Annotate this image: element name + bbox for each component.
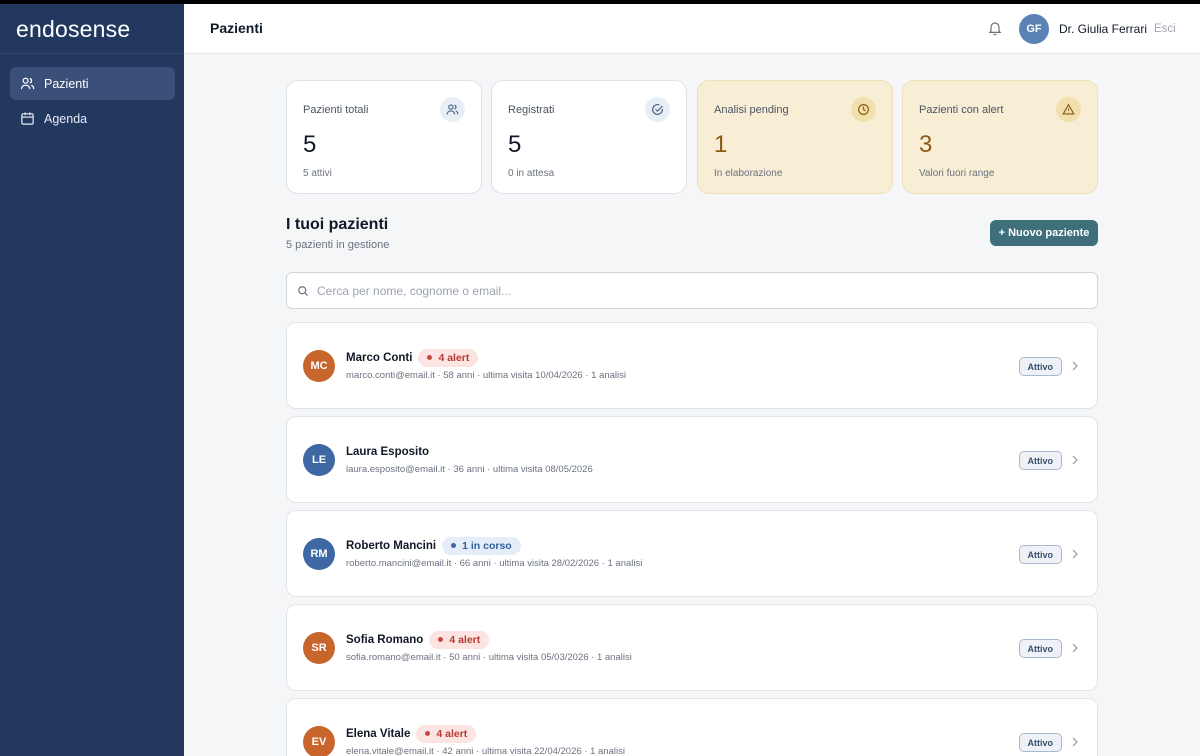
users-icon	[446, 104, 459, 115]
stat-card-registrati: Registrati 5 0 in attesa	[491, 80, 687, 194]
logout-link[interactable]: Esci	[1154, 23, 1176, 35]
alert-badge: 4 alert	[418, 348, 479, 367]
status-badge: Attivo	[1018, 733, 1062, 752]
patient-heading: Roberto Mancini 1 in corso	[346, 536, 521, 555]
badge-text: 1 in corso	[462, 539, 512, 552]
stat-label: Pazienti totali	[303, 104, 369, 116]
patient-avatar: MC	[303, 350, 335, 382]
patient-row-marco-conti[interactable]: MC Marco Conti 4 alert marco.conti@email…	[286, 322, 1098, 409]
stat-card-analisi-pending: Analisi pending 1 In elaborazione	[697, 80, 893, 194]
alert-badge: 4 alert	[416, 724, 477, 743]
patient-name: Marco Conti	[346, 351, 413, 364]
sidebar-divider	[0, 53, 184, 54]
badge-dot	[425, 731, 431, 736]
stat-subtitle: In elaborazione	[714, 168, 783, 179]
stat-label: Analisi pending	[714, 104, 789, 116]
chevron-right-icon[interactable]	[1071, 737, 1079, 747]
patient-name: Elena Vitale	[346, 727, 411, 740]
sidebar-item-label: Pazienti	[44, 76, 89, 91]
chevron-right-icon[interactable]	[1071, 549, 1079, 559]
sidebar-item-pazienti[interactable]: Pazienti	[10, 67, 175, 100]
patient-avatar: LE	[303, 444, 335, 476]
calendar-icon	[21, 112, 34, 125]
patient-name: Roberto Mancini	[346, 539, 437, 552]
new-patient-button[interactable]: + Nuovo paziente	[990, 220, 1098, 246]
patient-meta: roberto.mancini@email.it · 66 anni · ult…	[346, 558, 643, 569]
stat-icon-wrapper	[440, 97, 465, 122]
sidebar-nav: Pazienti Agenda	[10, 67, 175, 137]
stat-subtitle: 5 attivi	[303, 168, 332, 179]
search-bar[interactable]	[286, 272, 1098, 309]
search-icon	[298, 285, 308, 296]
in-progress-badge: 1 in corso	[442, 536, 521, 555]
patient-name: Laura Esposito	[346, 445, 430, 458]
patient-row-elena-vitale[interactable]: EV Elena Vitale 4 alert elena.vitale@ema…	[286, 698, 1098, 756]
section-title: I tuoi pazienti	[286, 216, 389, 233]
patient-row-sofia-romano[interactable]: SR Sofia Romano 4 alert sofia.romano@ema…	[286, 604, 1098, 691]
status-badge: Attivo	[1018, 451, 1062, 470]
patient-heading: Elena Vitale 4 alert	[346, 724, 477, 743]
patient-meta: elena.vitale@email.it · 42 anni · ultima…	[346, 746, 625, 756]
stat-subtitle: 0 in attesa	[508, 168, 555, 179]
stat-value: 1	[714, 131, 728, 158]
stat-subtitle: Valori fuori range	[919, 168, 995, 179]
sidebar-item-agenda[interactable]: Agenda	[10, 102, 175, 135]
stat-icon-wrapper	[851, 97, 876, 122]
alert-triangle-icon	[1062, 103, 1075, 115]
search-input[interactable]	[317, 283, 1097, 298]
patient-heading: Laura Esposito	[346, 442, 429, 461]
sidebar-item-label: Agenda	[44, 111, 88, 126]
patient-row-laura-esposito[interactable]: LE Laura Esposito laura.esposito@email.i…	[286, 416, 1098, 503]
clock-icon	[858, 104, 869, 115]
patient-avatar: EV	[303, 726, 335, 756]
user-avatar[interactable]: GF	[1019, 14, 1049, 44]
patient-meta: sofia.romano@email.it · 50 anni · ultima…	[346, 652, 632, 663]
patient-avatar: RM	[303, 538, 335, 570]
badge-dot	[451, 543, 457, 548]
stat-value: 5	[508, 131, 522, 158]
badge-dot	[427, 355, 433, 360]
page-title: Pazienti	[210, 20, 263, 36]
patient-meta: marco.conti@email.it · 58 anni · ultima …	[346, 370, 626, 381]
app-logo[interactable]: endosense	[0, 4, 184, 54]
chevron-right-icon[interactable]	[1071, 455, 1079, 465]
status-badge: Attivo	[1018, 545, 1062, 564]
check-circle-icon	[652, 104, 663, 115]
users-icon	[20, 77, 35, 90]
badge-text: 4 alert	[449, 633, 481, 646]
patient-name: Sofia Romano	[346, 633, 424, 646]
patient-row-roberto-mancini[interactable]: RM Roberto Mancini 1 in corso roberto.ma…	[286, 510, 1098, 597]
stat-value: 5	[303, 131, 317, 158]
section-subtitle: 5 pazienti in gestione	[286, 239, 390, 251]
stat-label: Pazienti con alert	[919, 104, 1004, 116]
patient-meta: laura.esposito@email.it · 36 anni · ulti…	[346, 464, 593, 475]
stat-icon-wrapper	[1056, 97, 1081, 122]
badge-text: 4 alert	[436, 727, 468, 740]
stat-card-pazienti-alert: Pazienti con alert 3 Valori fuori range	[902, 80, 1098, 194]
app-frame: endosense Pazienti Agenda Pazienti GF Dr…	[0, 4, 1200, 756]
bell-icon[interactable]	[987, 20, 1003, 36]
stat-label: Registrati	[508, 104, 555, 116]
stat-value: 3	[919, 131, 933, 158]
stat-card-pazienti-totali: Pazienti totali 5 5 attivi	[286, 80, 482, 194]
chevron-right-icon[interactable]	[1071, 643, 1079, 653]
status-badge: Attivo	[1018, 639, 1062, 658]
stat-icon-wrapper	[645, 97, 670, 122]
sidebar: endosense Pazienti Agenda	[0, 4, 184, 756]
badge-text: 4 alert	[438, 351, 470, 364]
patient-avatar: SR	[303, 632, 335, 664]
badge-dot	[438, 637, 444, 642]
status-badge: Attivo	[1018, 357, 1062, 376]
chevron-right-icon[interactable]	[1071, 361, 1079, 371]
alert-badge: 4 alert	[429, 630, 490, 649]
patient-heading: Sofia Romano 4 alert	[346, 630, 490, 649]
user-name: Dr. Giulia Ferrari	[1059, 22, 1148, 36]
patient-heading: Marco Conti 4 alert	[346, 348, 479, 367]
top-header: Pazienti GF Dr. Giulia Ferrari Esci	[184, 4, 1200, 54]
